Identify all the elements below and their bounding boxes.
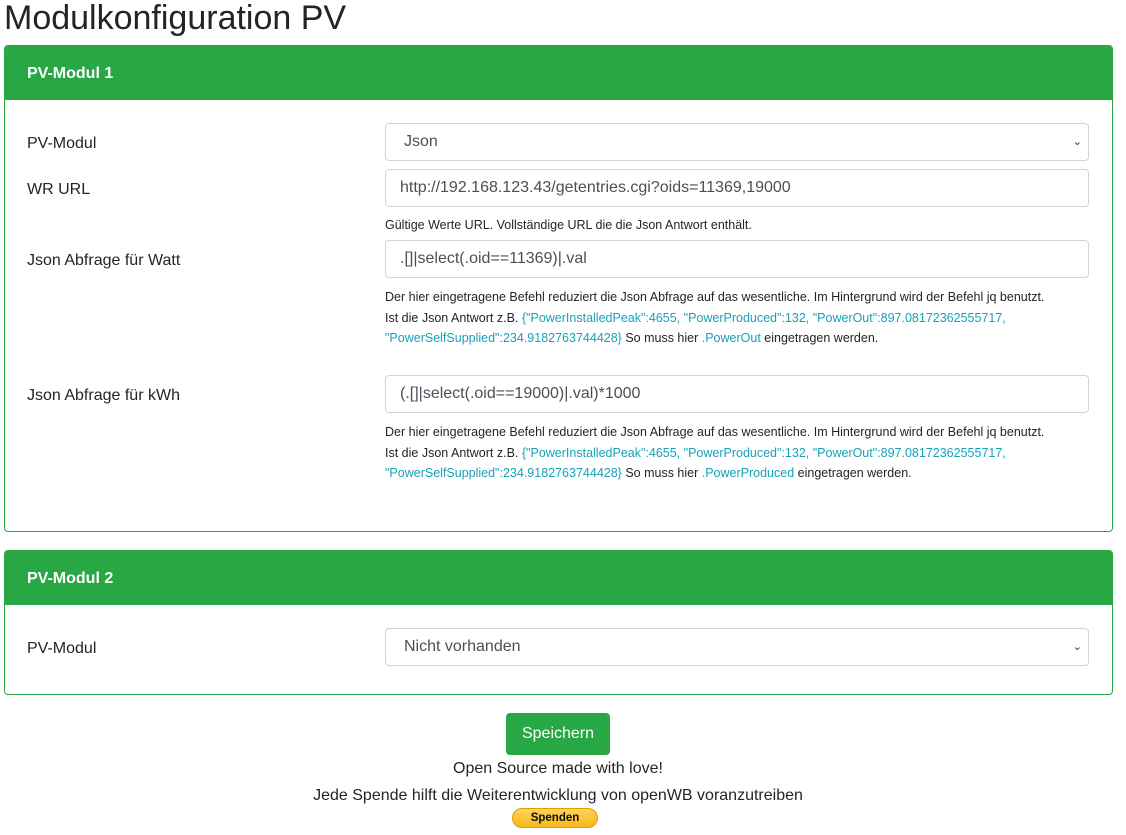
donate-button[interactable]: Spenden — [512, 808, 598, 828]
json-key: .PowerOut — [701, 331, 761, 346]
url-help: Gültige Werte URL. Vollständige URL die … — [385, 218, 752, 232]
pv-module-label: PV-Modul — [27, 640, 97, 657]
save-button[interactable]: Speichern — [506, 713, 610, 755]
help-text: So muss hier — [621, 466, 702, 481]
watt-query-input[interactable]: .[]|select(.oid==11369)|.val — [385, 240, 1089, 278]
card-header: PV-Modul 1 — [5, 46, 1112, 100]
select-value: Nicht vorhanden — [404, 638, 521, 655]
kwh-help: Der hier eingetragene Befehl reduziert d… — [385, 422, 1095, 484]
select-value: Json — [404, 133, 438, 150]
wr-url-label: WR URL — [27, 181, 91, 198]
help-text: So muss hier — [621, 331, 702, 346]
watt-query-label: Json Abfrage für Watt — [27, 252, 181, 269]
card-header: PV-Modul 2 — [5, 551, 1112, 605]
help-text: Der hier eingetragene Befehl reduziert d… — [385, 425, 1045, 439]
chevron-down-icon: ⌄ — [1072, 136, 1082, 148]
pv-module-label: PV-Modul — [27, 135, 97, 152]
watt-help: Der hier eingetragene Befehl reduziert d… — [385, 287, 1095, 349]
pv-module-select[interactable]: Json ⌄ — [385, 123, 1089, 161]
footer-love: Open Source made with love! — [453, 760, 663, 777]
help-text: Der hier eingetragene Befehl reduziert d… — [385, 290, 1045, 304]
help-text: Ist die Json Antwort z.B. — [385, 445, 522, 460]
json-key: .PowerProduced — [701, 466, 795, 481]
footer-donate-text: Jede Spende hilft die Weiterentwicklung … — [313, 787, 803, 804]
help-text: eingetragen werden. — [794, 466, 912, 481]
pv-module-2-card: PV-Modul 2 PV-Modul Nicht vorhanden ⌄ — [4, 550, 1113, 695]
kwh-query-input[interactable]: (.[]|select(.oid==19000)|.val)*1000 — [385, 375, 1089, 413]
pv-module-1-card: PV-Modul 1 PV-Modul Json ⌄ WR URL http://… — [4, 45, 1113, 532]
page-title: Modulkonfiguration PV — [4, 0, 347, 37]
help-text: eingetragen werden. — [760, 331, 879, 346]
help-text: Ist die Json Antwort z.B. — [385, 310, 522, 325]
chevron-down-icon: ⌄ — [1072, 641, 1082, 653]
wr-url-input[interactable]: http://192.168.123.43/getentries.cgi?oid… — [385, 169, 1089, 207]
kwh-query-label: Json Abfrage für kWh — [27, 387, 180, 404]
pv-module-select[interactable]: Nicht vorhanden ⌄ — [385, 628, 1089, 666]
